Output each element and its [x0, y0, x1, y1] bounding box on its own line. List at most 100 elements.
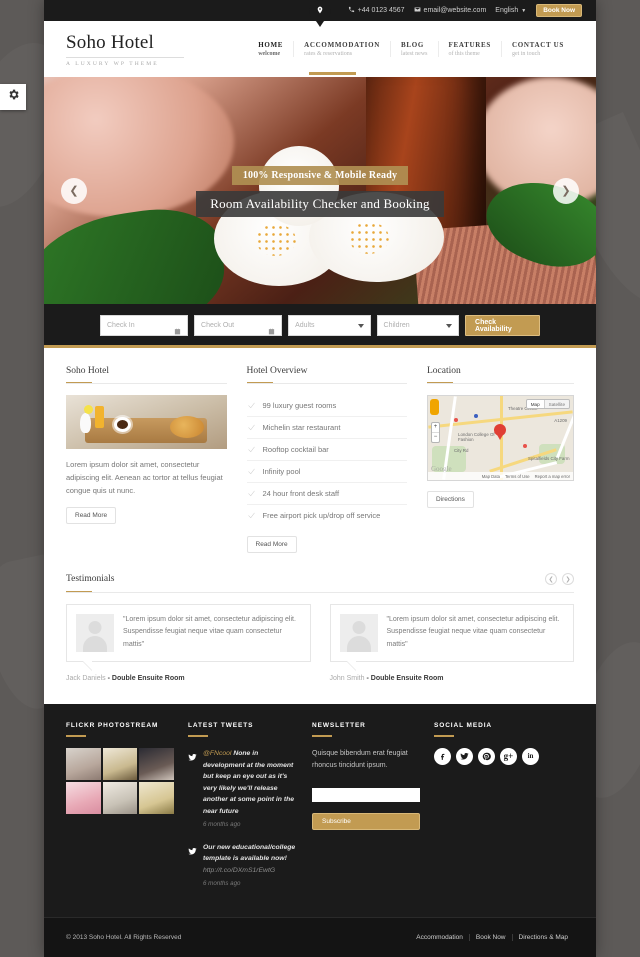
overview-read-more-button[interactable]: Read More: [246, 536, 297, 553]
check-availability-button[interactable]: Check Availability: [465, 315, 540, 336]
chevron-down-icon: [357, 323, 364, 328]
map-pin-badge: [309, 0, 331, 30]
logo-tagline: A LUXURY WP THEME: [66, 60, 159, 67]
tweet-handle[interactable]: @FNcool: [203, 750, 231, 757]
newsletter-email-input[interactable]: [312, 787, 420, 802]
footer-link-book-now[interactable]: Book Now: [468, 933, 512, 941]
google-plus-icon[interactable]: g+: [500, 748, 517, 765]
nav-item-accommodation[interactable]: ACCOMMODATION rates & reservations: [293, 41, 390, 57]
nav-item-label: HOME: [258, 41, 284, 49]
language-selector[interactable]: English ▼: [495, 7, 526, 14]
nav-item-contact-us[interactable]: CONTACT US get in touch: [500, 41, 574, 57]
nav-item-sublabel: latest news: [401, 51, 428, 57]
testimonial-author: John Smith: [329, 675, 365, 682]
list-item: Rooftop cocktail bar: [246, 439, 407, 461]
footer-accent-rule: [66, 735, 86, 737]
about-read-more-button[interactable]: Read More: [66, 507, 117, 525]
testimonials-prev-button[interactable]: ❮: [545, 573, 557, 585]
testimonials-grid: "Lorem ipsum dolor sit amet, consectetur…: [66, 604, 574, 682]
book-now-button[interactable]: Book Now: [536, 4, 582, 17]
heading-divider: [246, 383, 407, 384]
nav-item-sublabel: of this theme: [448, 51, 480, 57]
check-out-field[interactable]: Check Out: [194, 315, 283, 336]
google-plus-glyph: g+: [503, 751, 514, 761]
topbar-email[interactable]: email@website.com: [414, 6, 487, 15]
footer-link-directions-map[interactable]: Directions & Map: [511, 933, 575, 941]
top-utility-bar: +44 0123 4567 email@website.com English …: [44, 0, 596, 27]
calendar-icon: [268, 322, 275, 335]
flickr-thumb[interactable]: [102, 748, 138, 780]
map-type-satellite-button[interactable]: Satellite: [543, 400, 569, 408]
directions-button[interactable]: Directions: [427, 491, 474, 508]
check-out-placeholder: Check Out: [201, 322, 235, 329]
topbar-phone[interactable]: +44 0123 4567: [348, 6, 405, 15]
topbar-email-text: email@website.com: [423, 7, 487, 14]
list-item: 99 luxury guest rooms: [246, 395, 407, 417]
check-in-placeholder: Check In: [107, 322, 135, 329]
overview-feature-list: 99 luxury guest rooms Michelin star rest…: [246, 395, 407, 526]
footer-links: Accommodation Book Now Directions & Map: [410, 933, 575, 941]
list-item: 24 hour front desk staff: [246, 483, 407, 505]
logo[interactable]: Soho Hotel A LUXURY WP THEME: [66, 32, 236, 67]
newsletter-subscribe-button[interactable]: Subscribe: [312, 813, 420, 831]
phone-icon: [348, 6, 358, 15]
check-icon: [247, 489, 256, 498]
adults-select[interactable]: Adults: [288, 315, 371, 336]
location-map[interactable]: Theatre Centre London College Of Fashion…: [427, 395, 574, 481]
flickr-thumb-grid: [66, 748, 174, 814]
footer-flickr-column: FLICKR PHOTOSTREAM: [66, 722, 188, 901]
tweet-timestamp: 6 months ago: [203, 821, 241, 829]
footer-tweets-column: LATEST TWEETS @FNcool None in developmen…: [188, 722, 312, 901]
map-pin-icon: [316, 2, 324, 20]
chevron-left-icon: ❮: [548, 576, 554, 583]
logo-divider: [66, 56, 184, 58]
flickr-thumb[interactable]: [66, 782, 101, 814]
hero-caption-main: Room Availability Checker and Booking: [196, 191, 444, 217]
copyright-bar: © 2013 Soho Hotel. All Rights Reserved A…: [44, 916, 596, 957]
map-terms-link[interactable]: Terms of Use: [505, 474, 530, 479]
flickr-thumb[interactable]: [102, 782, 138, 814]
twitter-icon[interactable]: [456, 748, 473, 765]
tweet-item: @FNcool None in development at the momen…: [188, 748, 298, 831]
flickr-thumb[interactable]: [139, 748, 174, 780]
flickr-thumb[interactable]: [66, 748, 101, 780]
map-zoom-controls[interactable]: + −: [431, 422, 440, 443]
hero-caption-top: 100% Responsive & Mobile Ready: [231, 166, 409, 185]
availability-booking-bar: Check In Check Out Adults Children Check…: [44, 304, 596, 345]
map-type-toggle[interactable]: Map Satellite: [525, 399, 570, 409]
map-label: City Rd: [454, 448, 469, 453]
active-nav-underline: [309, 72, 356, 75]
footer-link-accommodation[interactable]: Accommodation: [410, 934, 469, 941]
children-select[interactable]: Children: [376, 315, 460, 336]
check-icon: [247, 511, 256, 520]
map-zoom-out-button[interactable]: −: [432, 433, 439, 442]
tweet-text: None in development at the moment but ke…: [203, 750, 295, 815]
nav-item-home[interactable]: HOME welcome: [248, 41, 293, 57]
avatar: [76, 614, 114, 652]
linkedin-icon[interactable]: in: [522, 748, 539, 765]
list-item-label: Rooftop cocktail bar: [262, 445, 329, 454]
map-type-map-button[interactable]: Map: [526, 400, 544, 408]
chevron-down-icon: ▼: [521, 7, 527, 14]
pinterest-icon[interactable]: [478, 748, 495, 765]
map-zoom-in-button[interactable]: +: [432, 423, 439, 433]
nav-item-blog[interactable]: BLOG latest news: [390, 41, 438, 57]
nav-item-features[interactable]: FEATURES of this theme: [437, 41, 501, 57]
check-in-field[interactable]: Check In: [100, 315, 189, 336]
heading-divider: [66, 383, 227, 384]
testimonial-card: "Lorem ipsum dolor sit amet, consectetur…: [66, 604, 311, 682]
settings-panel-toggle[interactable]: [0, 84, 26, 110]
testimonials-section: Testimonials ❮ ❯ "Lorem ipsum dolor sit …: [44, 553, 596, 682]
street-view-pegman-icon[interactable]: [430, 399, 439, 415]
map-attribution-data: Map Data: [481, 473, 500, 479]
testimonials-next-button[interactable]: ❯: [562, 573, 574, 585]
website-page: +44 0123 4567 email@website.com English …: [44, 0, 596, 957]
flickr-thumb[interactable]: [139, 782, 174, 814]
facebook-icon[interactable]: [434, 748, 451, 765]
map-report-link[interactable]: Report a map error: [535, 474, 570, 479]
logo-title: Soho Hotel: [66, 31, 155, 53]
twitter-icon: [188, 843, 197, 855]
testimonial-quote: "Lorem ipsum dolor sit amet, consectetur…: [123, 616, 296, 648]
list-item: Infinity pool: [246, 461, 407, 483]
gear-icon: [7, 88, 20, 106]
